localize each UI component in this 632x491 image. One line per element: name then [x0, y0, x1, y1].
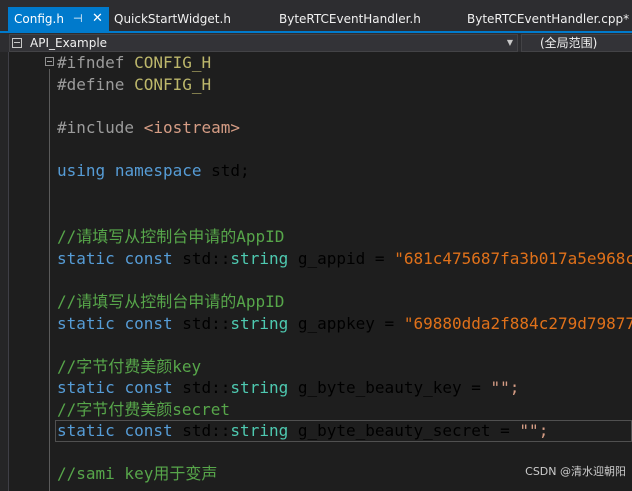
tab-label: QuickStartWidget.h [114, 12, 231, 26]
scope-dropdown[interactable]: (全局范围) [521, 34, 632, 52]
project-icon [12, 38, 22, 48]
project-name: API_Example [30, 36, 108, 50]
code-line-beauty-secret: static const std::string g_byte_beauty_s… [57, 421, 549, 440]
tab-quickstartwidget-h[interactable]: QuickStartWidget.h [114, 7, 231, 31]
code-line-beauty-key: static const std::string g_byte_beauty_k… [57, 378, 520, 397]
watermark: CSDN @清水迎朝阳 [525, 465, 626, 478]
tab-config-h[interactable]: Config.h ⊣ ✕ [8, 7, 109, 31]
code-editor[interactable]: #ifndef CONFIG_H #define CONFIG_H #inclu… [9, 52, 632, 491]
tab-label: ByteRTCEventHandler.cpp* [467, 12, 630, 26]
tab-bytertceventhandler-h[interactable]: ByteRTCEventHandler.h [279, 7, 421, 31]
comment-beauty-secret: //字节付费美颜secret [57, 400, 231, 419]
left-side-panel [0, 52, 9, 491]
comment-appkey: //请填写从控制台申请的AppID [57, 292, 285, 311]
outline-guide [49, 69, 50, 491]
comment-beauty-key: //字节付费美颜key [57, 357, 202, 376]
code-line-2: #define CONFIG_H [57, 75, 212, 94]
project-dropdown[interactable]: API_Example ▼ [9, 34, 518, 52]
tab-label: ByteRTCEventHandler.h [279, 12, 421, 26]
tab-label: Config.h [14, 12, 64, 26]
scope-label: (全局范围) [540, 36, 598, 50]
tab-strip: Config.h ⊣ ✕ QuickStartWidget.h ByteRTCE… [0, 0, 632, 31]
pin-icon[interactable]: ⊣ [73, 7, 83, 31]
code-line-appkey: static const std::string g_appkey = "698… [57, 314, 632, 333]
collapse-icon[interactable] [45, 57, 54, 66]
code-line-include: #include <iostream> [57, 118, 241, 137]
comment-appid: //请填写从控制台申请的AppID [57, 227, 285, 246]
code-line-using: using namespace std; [57, 161, 250, 180]
tab-bytertceventhandler-cpp[interactable]: ByteRTCEventHandler.cpp* [467, 7, 629, 31]
comment-sami-key: //sami key用于变声 [57, 464, 218, 483]
code-line-1: #ifndef CONFIG_H [57, 53, 212, 72]
chevron-down-icon[interactable]: ▼ [507, 35, 513, 51]
navigation-bar: API_Example ▼ (全局范围) [0, 33, 632, 53]
code-line-appid: static const std::string g_appid = "681c… [57, 249, 632, 268]
close-icon[interactable]: ✕ [92, 7, 103, 31]
